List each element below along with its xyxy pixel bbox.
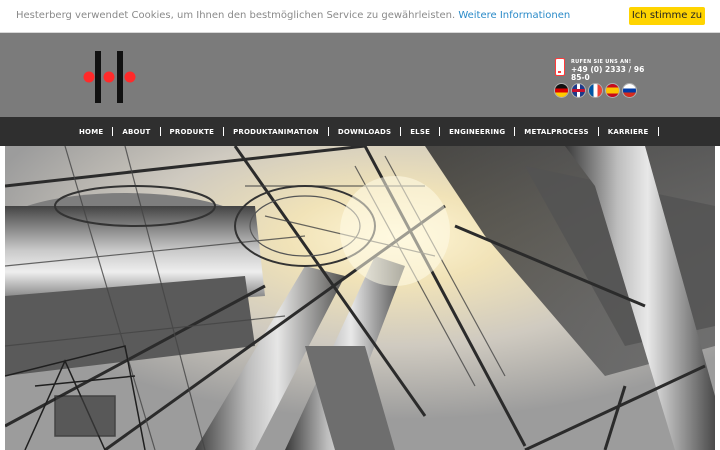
nav-link-else[interactable]: ELSE bbox=[401, 128, 439, 136]
nav-link-home[interactable]: HOME bbox=[70, 128, 112, 136]
nav-link-karriere[interactable]: KARRIERE bbox=[599, 128, 658, 136]
hero-image bbox=[5, 146, 715, 450]
hesterberg-logo-icon[interactable] bbox=[83, 51, 137, 103]
flag-france-icon[interactable] bbox=[589, 84, 602, 97]
nav-list: HOME ABOUT PRODUKTE PRODUKTANIMATION DOW… bbox=[70, 117, 659, 146]
nav-item-produkte: PRODUKTE bbox=[161, 127, 225, 136]
cookie-info-link[interactable]: Weitere Informationen bbox=[458, 10, 570, 21]
phone-number[interactable]: +49 (0) 2333 / 96 85-0 bbox=[571, 66, 659, 82]
cookie-message: Hesterberg verwendet Cookies, um Ihnen d… bbox=[16, 10, 456, 21]
nav-link-engineering[interactable]: ENGINEERING bbox=[440, 128, 514, 136]
nav-separator bbox=[657, 127, 659, 136]
nav-item-about: ABOUT bbox=[113, 127, 161, 136]
cookie-bar: Hesterberg verwendet Cookies, um Ihnen d… bbox=[0, 0, 720, 33]
flag-spain-icon[interactable] bbox=[606, 84, 619, 97]
flag-uk-icon[interactable] bbox=[572, 84, 585, 97]
nav-link-downloads[interactable]: DOWNLOADS bbox=[329, 128, 400, 136]
cookie-text: Hesterberg verwendet Cookies, um Ihnen d… bbox=[16, 10, 570, 21]
nav-item-produktanimation: PRODUKTANIMATION bbox=[224, 127, 329, 136]
flag-russia-icon[interactable] bbox=[623, 84, 636, 97]
logo-graphic bbox=[83, 51, 136, 103]
nav-item-else: ELSE bbox=[401, 127, 441, 136]
cookie-accept-button[interactable]: Ich stimme zu bbox=[629, 7, 705, 25]
nav-item-metalprocess: METALPROCESS bbox=[515, 127, 599, 136]
phone-icon bbox=[555, 58, 565, 76]
nav-item-home: HOME bbox=[70, 127, 114, 136]
site-header: RUFEN SIE UNS AN! +49 (0) 2333 / 96 85-0 bbox=[0, 33, 720, 117]
nav-link-about[interactable]: ABOUT bbox=[113, 128, 159, 136]
nav-item-karriere: KARRIERE bbox=[599, 127, 659, 136]
main-nav: HOME ABOUT PRODUKTE PRODUKTANIMATION DOW… bbox=[0, 117, 720, 146]
nav-link-produktanimation[interactable]: PRODUKTANIMATION bbox=[224, 128, 328, 136]
nav-item-downloads: DOWNLOADS bbox=[329, 127, 402, 136]
refinery-illustration bbox=[5, 146, 715, 450]
nav-link-produkte[interactable]: PRODUKTE bbox=[161, 128, 224, 136]
nav-item-engineering: ENGINEERING bbox=[440, 127, 516, 136]
contact-block: RUFEN SIE UNS AN! +49 (0) 2333 / 96 85-0 bbox=[555, 58, 665, 108]
nav-link-metalprocess[interactable]: METALPROCESS bbox=[515, 128, 597, 136]
flag-germany-icon[interactable] bbox=[555, 84, 568, 97]
language-flags bbox=[555, 84, 636, 97]
